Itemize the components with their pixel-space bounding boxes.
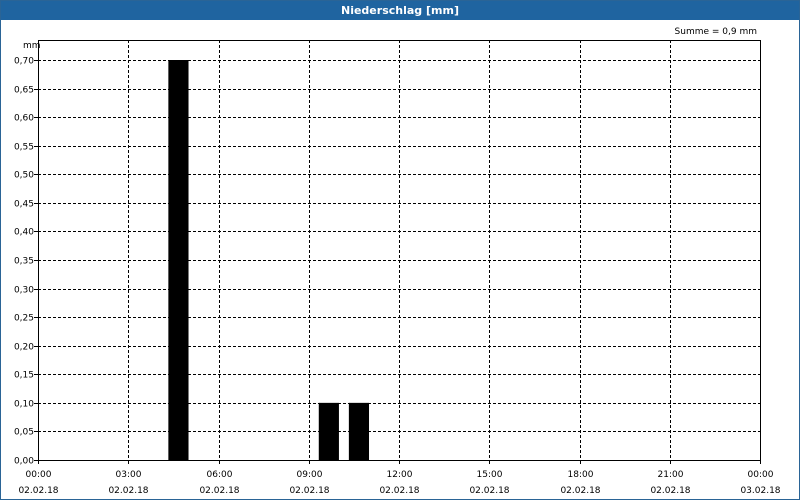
y-tick-label: 0,20 [14, 343, 34, 353]
x-tick-date: 03.02.18 [740, 486, 780, 496]
x-tick-time: 06:00 [207, 470, 233, 480]
precipitation-bar [348, 402, 370, 460]
x-tick-time: 15:00 [477, 470, 503, 480]
x-tick-time: 00:00 [748, 470, 774, 480]
y-tick-label: 0,15 [14, 371, 34, 381]
x-tick-time: 12:00 [387, 470, 413, 480]
x-tick-date: 02.02.18 [108, 486, 148, 496]
x-tick-time: 09:00 [297, 470, 323, 480]
y-tick-label: 0,00 [14, 457, 34, 467]
y-axis-label: mm [23, 41, 41, 51]
y-tick-label: 0,50 [14, 171, 34, 181]
y-tick-label: 0,65 [14, 86, 34, 96]
y-tick-label: 0,45 [14, 200, 34, 210]
x-tick-date: 02.02.18 [650, 486, 690, 496]
y-tick-label: 0,70 [14, 57, 34, 67]
y-tick-label: 0,40 [14, 228, 34, 238]
y-tick-label: 0,55 [14, 143, 34, 153]
precipitation-bar [168, 60, 189, 460]
precipitation-chart: 0,00 0,05 0,10 0,15 0,20 0,25 0,30 0,35 0,40 0,45… [14, 27, 781, 496]
y-tick-label: 0,10 [14, 400, 34, 410]
x-tick-time: 03:00 [116, 470, 142, 480]
sum-annotation: Summe = 0,9 mm [675, 27, 757, 37]
x-tick-date: 02.02.18 [560, 486, 600, 496]
x-tick-date: 02.02.18 [379, 486, 419, 496]
precipitation-bar [318, 402, 339, 460]
x-tick-date: 02.02.18 [18, 486, 58, 496]
x-tick-time: 18:00 [568, 470, 594, 480]
y-tick-label: 0,25 [14, 314, 34, 324]
y-tick-label: 0,60 [14, 114, 34, 124]
x-tick-time: 00:00 [26, 470, 52, 480]
y-tick-label: 0,35 [14, 257, 34, 267]
y-tick-label: 0,30 [14, 286, 34, 296]
x-tick-date: 02.02.18 [469, 486, 509, 496]
x-tick-date: 02.02.18 [199, 486, 239, 496]
x-tick-date: 02.02.18 [289, 486, 329, 496]
y-tick-label: 0,05 [14, 428, 34, 438]
x-tick-time: 21:00 [658, 470, 684, 480]
